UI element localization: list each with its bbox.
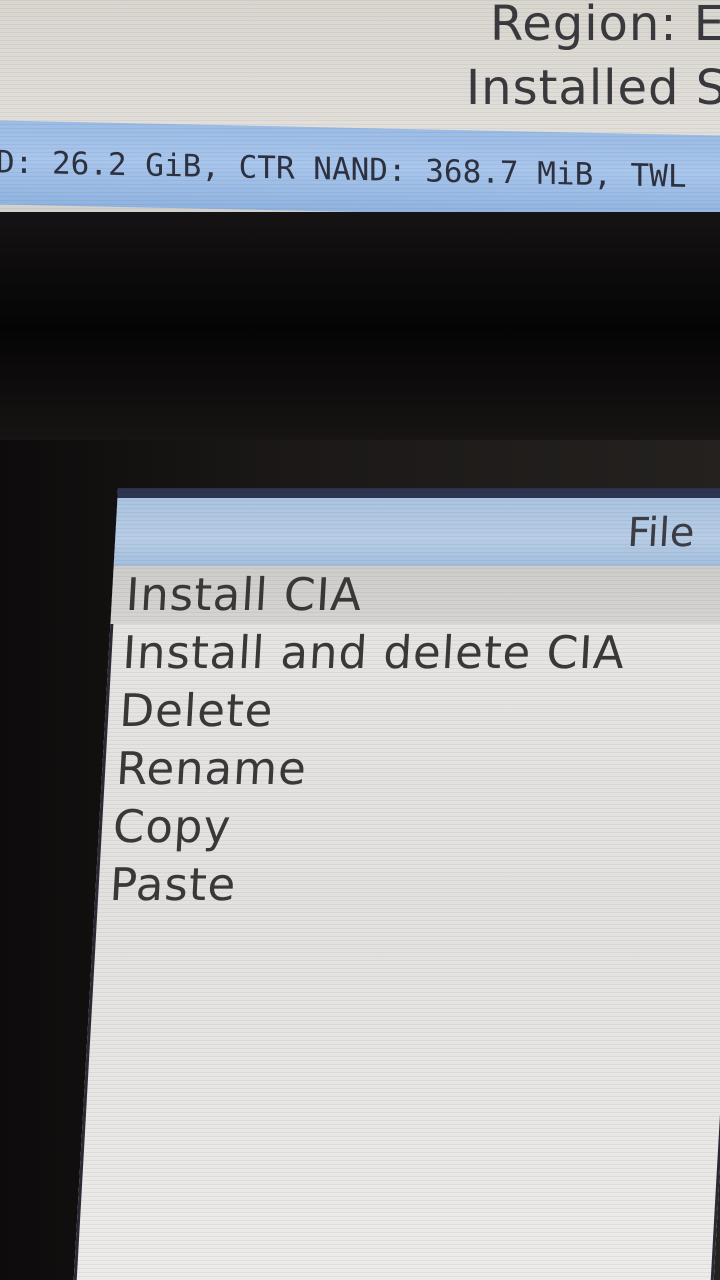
menu-header: File [113,488,720,566]
region-label: Region: E [490,0,720,52]
top-screen: Region: E Installed Si D: 26.2 GiB, CTR … [0,0,720,215]
storage-status-bar: D: 26.2 GiB, CTR NAND: 368.7 MiB, TWL [0,120,720,215]
menu-title: File [626,510,696,556]
device-photo: Region: E Installed Si D: 26.2 GiB, CTR … [0,0,720,1280]
file-context-menu: Install CIA Install and delete CIA Delet… [94,566,720,914]
menu-item-paste[interactable]: Paste [94,856,720,914]
menu-item-rename[interactable]: Rename [101,740,720,798]
menu-item-install-cia[interactable]: Install CIA [110,566,720,624]
bottom-screen: File Install CIA Install and delete CIA … [72,488,720,1280]
installed-size-label: Installed Si [466,60,720,116]
menu-item-delete[interactable]: Delete [104,682,720,740]
menu-item-copy[interactable]: Copy [97,798,720,856]
menu-item-install-and-delete-cia[interactable]: Install and delete CIA [107,624,720,682]
